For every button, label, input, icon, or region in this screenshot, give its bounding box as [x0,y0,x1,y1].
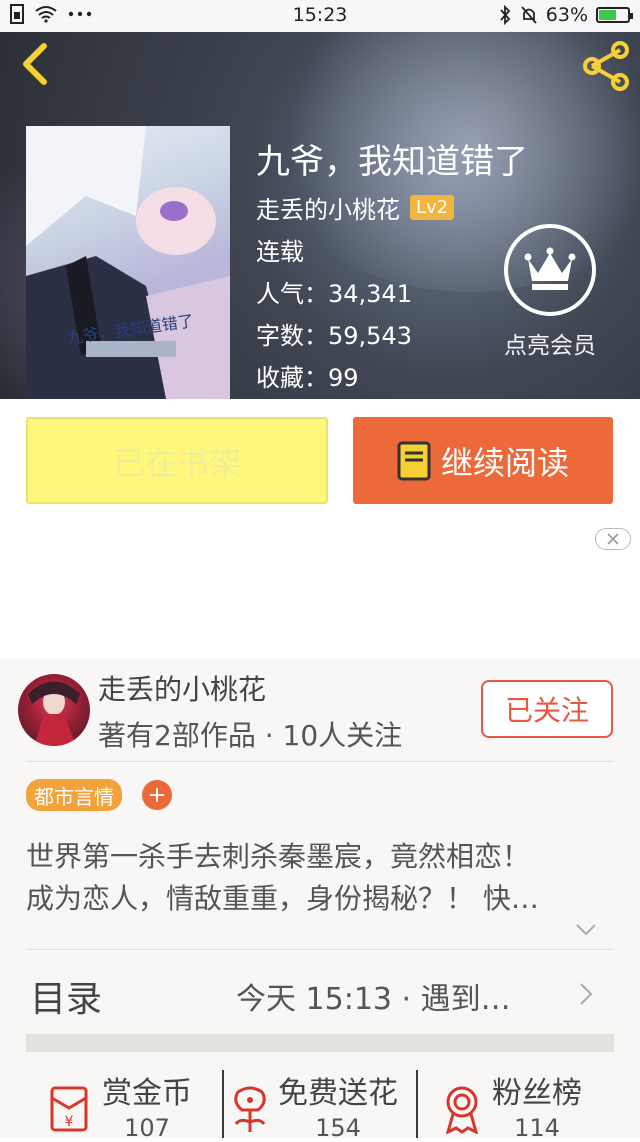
genre-tag[interactable]: 都市言情 [26,779,122,811]
flower-icon [234,1086,266,1132]
battery-icon [596,7,633,23]
ad-close-icon[interactable] [595,528,631,550]
reward-coins-item[interactable]: ¥ 赏金币 107 [44,1068,192,1142]
status-right: 63% [498,4,633,26]
share-icon[interactable] [580,40,632,92]
level-badge: Lv2 [410,195,455,220]
free-flower-item[interactable]: 免费送花 154 [228,1068,398,1142]
on-shelf-button[interactable]: 已在书架 [26,417,328,504]
svg-text:¥: ¥ [65,1114,74,1130]
section-separator [26,1034,614,1052]
fan-ranking-item[interactable]: 粉丝榜 114 [440,1068,582,1142]
ad-area [0,522,640,658]
book-status: 连载 [256,238,304,266]
fan-ranking-label: 粉丝榜 [492,1076,582,1111]
mute-icon [521,6,537,24]
vip-button[interactable]: 点亮会员 [500,224,600,364]
author-card-name[interactable]: 走丢的小桃花 [98,668,266,708]
bluetooth-icon [500,5,511,25]
follow-label: 已关注 [504,694,589,727]
book-favorites: 收藏：99 [256,364,359,392]
author-name[interactable]: 走丢的小桃花 [256,190,400,225]
toc-latest-chapter[interactable]: 今天 15:13 · 遇到… [236,974,511,1018]
cover-illustration [26,126,230,399]
chevron-right-icon[interactable] [578,980,594,1008]
continue-reading-button[interactable]: 继续阅读 [353,417,613,504]
toc-label[interactable]: 目录 [30,970,102,1022]
description-line-2: 成为恋人，情敌重重，身份揭秘？！ 快… [26,882,539,915]
status-bar: 15:23 63% [0,0,640,32]
follow-button[interactable]: 已关注 [481,680,613,738]
book-title: 九爷，我知道错了 [256,142,528,182]
red-envelope-icon: ¥ [50,1086,88,1132]
divider [222,1070,224,1138]
on-shelf-label: 已在书架 [112,443,241,482]
book-icon [397,441,431,480]
author-card-stats: 著有2部作品 · 10人关注 [98,719,403,752]
divider [26,949,614,950]
crown-icon [504,224,596,316]
avatar[interactable] [18,674,90,746]
battery-percent: 63% [545,4,588,26]
medal-icon [445,1086,479,1134]
continue-reading-label: 继续阅读 [440,443,569,482]
book-cover[interactable]: 九爷，我知道错了 [26,126,230,399]
chevron-down-icon[interactable] [574,922,598,938]
book-description[interactable]: 世界第一杀手去刺杀秦墨宸，竟然相恋！ 成为恋人，情敌重重，身份揭秘？！ 快… [26,836,616,920]
back-icon[interactable] [16,40,56,88]
author-row: 走丢的小桃花 Lv2 [256,190,455,225]
divider [416,1070,418,1138]
add-tag-button[interactable]: + [142,780,172,810]
divider [26,761,614,762]
free-flower-label: 免费送花 [278,1076,398,1111]
book-popularity: 人气：34,341 [256,280,412,308]
description-line-1: 世界第一杀手去刺杀秦墨宸，竟然相恋！ [26,840,531,873]
battery-fill [599,10,617,20]
vip-label: 点亮会员 [504,333,596,359]
book-word-count: 字数：59,543 [256,322,412,350]
reward-coins-label: 赏金币 [102,1076,192,1111]
